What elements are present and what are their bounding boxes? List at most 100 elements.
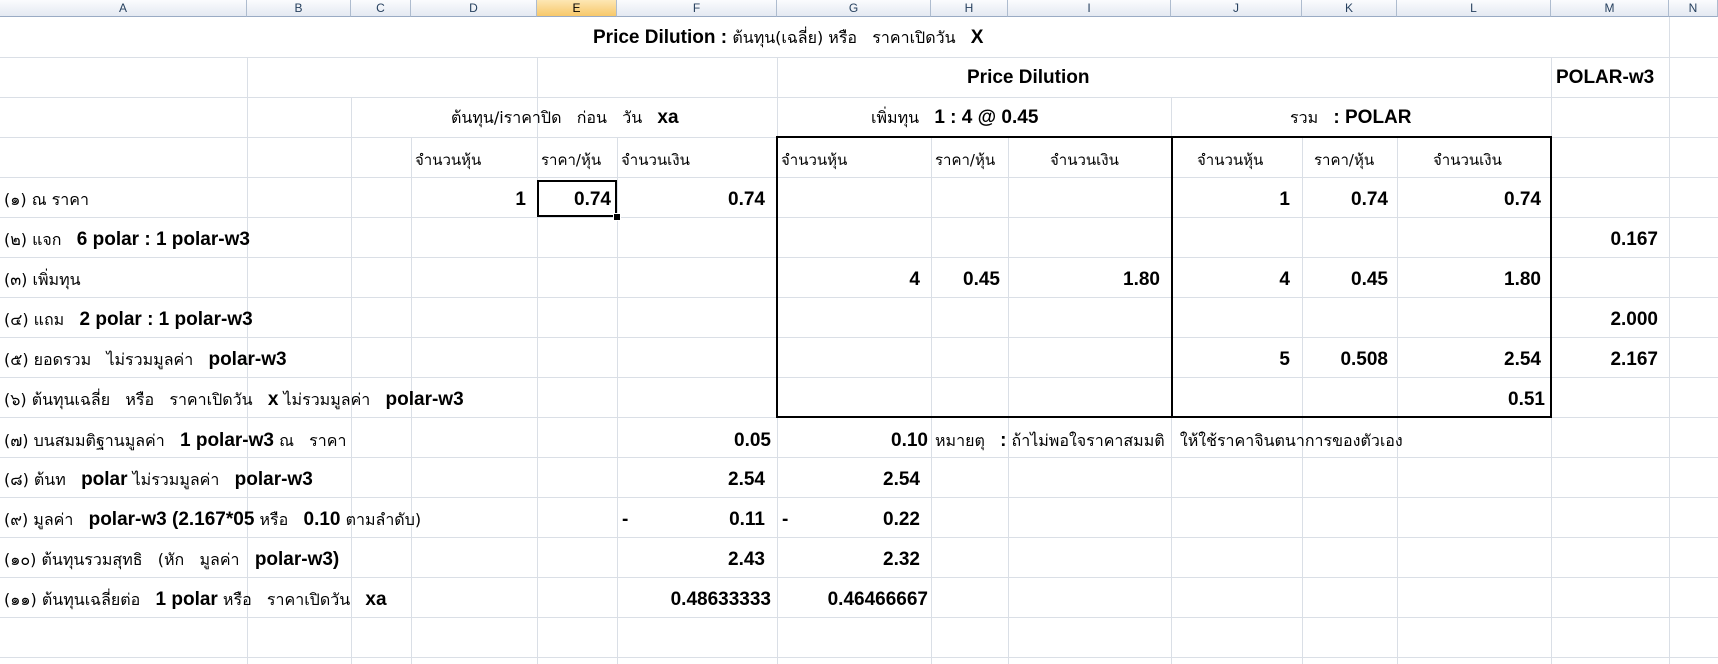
capital-increase-label[interactable]: เพิ่มทุน 1 : 4 @ 0.45 — [871, 107, 1038, 129]
row11-g[interactable]: 0.46466667 — [777, 589, 928, 611]
col-header-e[interactable]: E — [537, 0, 617, 17]
col-header-k[interactable]: K — [1302, 0, 1397, 17]
row3-label[interactable]: (๓) เพิ่มทุน — [4, 269, 81, 291]
total-text: รวม — [1290, 108, 1319, 127]
gridline — [0, 57, 1718, 58]
row5-m[interactable]: 2.167 — [1551, 349, 1658, 371]
row3-i[interactable]: 1.80 — [1008, 269, 1160, 291]
row11-f[interactable]: 0.48633333 — [617, 589, 771, 611]
col-header-g[interactable]: G — [777, 0, 931, 17]
note-label: หมายตุ — [935, 431, 985, 450]
row5-j[interactable]: 5 — [1171, 349, 1290, 371]
gridline — [0, 177, 1718, 178]
cost-before-xa-label[interactable]: ต้นทุน/iราคาปิด ก่อน วัน xa — [451, 107, 679, 129]
row11-en2: xa — [365, 589, 387, 610]
header-shares-d[interactable]: จำนวนหุ้น — [415, 149, 481, 171]
row8-g[interactable]: 2.54 — [777, 469, 920, 491]
col-header-n[interactable]: N — [1669, 0, 1718, 17]
gridline — [351, 97, 352, 664]
sheet-title[interactable]: Price Dilution : ต้นทุน(เฉลี่ย) หรือ ราค… — [593, 27, 983, 49]
gridline — [0, 457, 1718, 458]
row6-en: polar-w3 — [385, 389, 464, 410]
row6-l[interactable]: 0.51 — [1397, 389, 1545, 411]
row1-f[interactable]: 0.74 — [617, 189, 765, 211]
row9-th3: ตามลำดับ) — [345, 510, 422, 529]
row7-f[interactable]: 0.05 — [617, 430, 771, 452]
row1-k[interactable]: 0.74 — [1302, 189, 1388, 211]
row1-l[interactable]: 0.74 — [1397, 189, 1541, 211]
header-shares-g[interactable]: จำนวนหุ้น — [781, 149, 847, 171]
spreadsheet-grid[interactable]: A B C D E F G H I J K L M N Price Diluti… — [0, 0, 1718, 664]
col-header-d[interactable]: D — [411, 0, 537, 17]
header-amount-f[interactable]: จำนวนเงิน — [621, 149, 690, 171]
col-header-l[interactable]: L — [1397, 0, 1551, 17]
row3-l[interactable]: 1.80 — [1397, 269, 1541, 291]
total-polar-label[interactable]: รวม : POLAR — [1290, 107, 1412, 129]
row6-label[interactable]: (๖) ต้นทุนเฉลี่ย หรือ ราคาเปิดวัน x ไม่ร… — [4, 389, 464, 411]
polar-w3-heading[interactable]: POLAR-w3 — [1556, 67, 1654, 89]
row7-label[interactable]: (๗) บนสมมติฐานมูลค่า 1 polar-w3 ณ ราคา — [4, 430, 346, 452]
header-amount-l[interactable]: จำนวนเงิน — [1433, 149, 1502, 171]
row9-f[interactable]: 0.11 — [617, 509, 765, 531]
title-en: Price Dilution — [593, 27, 716, 48]
fill-handle[interactable] — [613, 213, 621, 221]
col-header-b[interactable]: B — [247, 0, 351, 17]
row8-label[interactable]: (๘) ต้นท polar ไม่รวมมูลค่า polar-w3 — [4, 469, 313, 491]
row8-en: polar — [81, 469, 128, 490]
col-header-i[interactable]: I — [1008, 0, 1171, 17]
row1-label[interactable]: (๑) ณ ราคา — [4, 189, 89, 211]
row6-th2: ไม่รวมมูลค่า — [283, 390, 371, 409]
row5-k[interactable]: 0.508 — [1302, 349, 1388, 371]
row10-label[interactable]: (๑๐) ต้นทุนรวมสุทธิ (หัก มูลค่า polar-w3… — [4, 549, 339, 571]
polar-text: : POLAR — [1333, 107, 1412, 128]
row8-f[interactable]: 2.54 — [617, 469, 765, 491]
row2-m[interactable]: 0.167 — [1551, 229, 1658, 251]
row8-en2: polar-w3 — [234, 469, 313, 490]
row11-label[interactable]: (๑๑) ต้นทุนเฉลี่ยต่อ 1 polar หรือ ราคาเป… — [4, 589, 387, 611]
col-header-f[interactable]: F — [617, 0, 777, 17]
row4-m[interactable]: 2.000 — [1551, 309, 1658, 331]
header-amount-i[interactable]: จำนวนเงิน — [1050, 149, 1119, 171]
ratio-text: 1 : 4 @ 0.45 — [934, 107, 1039, 128]
row3-j[interactable]: 4 — [1171, 269, 1290, 291]
row10-g[interactable]: 2.32 — [777, 549, 920, 571]
selected-cell-e5[interactable] — [537, 180, 617, 217]
header-price-h[interactable]: ราคา/หุ้น — [935, 149, 995, 171]
price-dilution-heading[interactable]: Price Dilution — [967, 67, 1089, 89]
title-rest: ต้นทุน(เฉลี่ย) หรือ ราคาเปิดวัน — [732, 28, 971, 47]
row11-th: (๑๑) ต้นทุนเฉลี่ยต่อ — [4, 590, 141, 609]
col-header-h[interactable]: H — [931, 0, 1008, 17]
header-price-k[interactable]: ราคา/หุ้น — [1314, 149, 1374, 171]
row5-label[interactable]: (๕) ยอดรวม ไม่รวมมูลค่า polar-w3 — [4, 349, 287, 371]
row3-k[interactable]: 0.45 — [1302, 269, 1388, 291]
row3-g[interactable]: 4 — [777, 269, 920, 291]
row5-th: (๕) ยอดรวม ไม่รวมมูลค่า — [4, 350, 194, 369]
row10-f[interactable]: 2.43 — [617, 549, 765, 571]
header-shares-j[interactable]: จำนวนหุ้น — [1197, 149, 1263, 171]
col-header-a[interactable]: A — [0, 0, 247, 17]
col-header-c[interactable]: C — [351, 0, 411, 17]
row9-label[interactable]: (๙) มูลค่า polar-w3 (2.167*05 หรือ 0.10 … — [4, 509, 421, 531]
gridline — [537, 57, 538, 664]
row2-label[interactable]: (๒) แจก 6 polar : 1 polar-w3 — [4, 229, 250, 251]
gridline — [0, 97, 1718, 98]
col-header-m[interactable]: M — [1551, 0, 1669, 17]
row7-g[interactable]: 0.10 — [777, 430, 928, 452]
row1-d[interactable]: 1 — [411, 189, 526, 211]
row3-h[interactable]: 0.45 — [931, 269, 1000, 291]
row7-note[interactable]: หมายตุ : ถ้าไม่พอใจราคาสมมติ ให้ใช้ราคาจ… — [935, 430, 1403, 452]
row1-j[interactable]: 1 — [1171, 189, 1290, 211]
row4-en: 2 polar : 1 polar-w3 — [79, 309, 253, 330]
row11-en: 1 polar — [155, 589, 218, 610]
row9-g[interactable]: 0.22 — [777, 509, 920, 531]
row5-l[interactable]: 2.54 — [1397, 349, 1541, 371]
row4-label[interactable]: (๔) แถม 2 polar : 1 polar-w3 — [4, 309, 253, 331]
row9-th: (๙) มูลค่า — [4, 510, 74, 529]
col-header-j[interactable]: J — [1171, 0, 1302, 17]
row5-en: polar-w3 — [208, 349, 287, 370]
title-x: X — [970, 27, 984, 48]
row10-en: polar-w3) — [254, 549, 340, 570]
header-price-e[interactable]: ราคา/หุ้น — [541, 149, 601, 171]
gridline — [0, 617, 1718, 618]
gridline — [0, 537, 1718, 538]
